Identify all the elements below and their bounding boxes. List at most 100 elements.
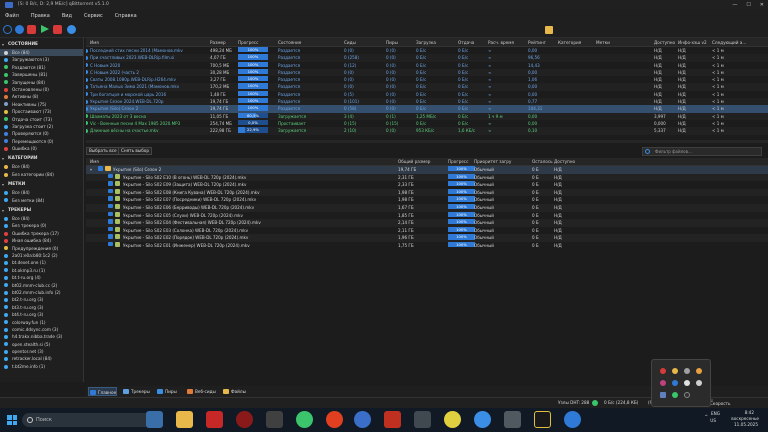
file-checkbox[interactable] xyxy=(108,196,113,201)
sidebar-item[interactable]: bt.dexet.one (1) xyxy=(0,259,83,266)
sidebar-item[interactable]: bt.okmp3.ru (1) xyxy=(0,267,83,274)
col-progress-header[interactable]: Прогресс xyxy=(448,158,468,166)
file-priority[interactable]: Обычный xyxy=(474,219,494,227)
sidebar-item[interactable]: Активны (8) xyxy=(0,93,83,100)
col-avail-header[interactable]: Доступно xyxy=(654,38,675,47)
col-priority-header[interactable]: Приоритет загру xyxy=(474,158,511,166)
col-eta-header[interactable]: Расч. время xyxy=(488,38,514,47)
col-seeds-header[interactable]: Сиды xyxy=(344,38,356,47)
sidebar-item[interactable]: Проверяются (0) xyxy=(0,130,83,137)
file-priority[interactable]: Обычный xyxy=(474,196,494,204)
taskbar-search[interactable]: Поиск xyxy=(22,413,162,427)
sidebar-section-title[interactable]: СОСТОЯНИЕ xyxy=(0,40,83,49)
torrent-row[interactable]: Укрытие Сезон 2024.WEB-DL.720p 19,74 ГБ 10… xyxy=(86,98,768,106)
tab-files[interactable]: Файлы xyxy=(222,387,246,396)
col-tags-header[interactable]: Метки xyxy=(596,38,610,47)
filezilla-icon[interactable] xyxy=(206,411,223,428)
tray-app-icon[interactable] xyxy=(660,380,666,386)
file-checkbox[interactable] xyxy=(108,203,113,209)
col-next-header[interactable]: Следующий а... xyxy=(712,38,746,47)
tray-chevron-icon[interactable]: ^ xyxy=(704,414,708,419)
sidebar-item[interactable]: Без категории (84) xyxy=(0,171,83,178)
file-priority[interactable]: Обычный xyxy=(474,234,494,242)
language-indicator[interactable]: ENG xyxy=(711,411,720,416)
download-speed[interactable]: 0 Б/с (224,8 КБ) xyxy=(604,398,638,408)
clock-time[interactable]: 8:42 xyxy=(745,410,754,415)
sidebar-item[interactable]: Загружаются (3) xyxy=(0,56,83,63)
file-checkbox[interactable] xyxy=(108,241,113,247)
col-peers-header[interactable]: Пиры xyxy=(386,38,398,47)
torrent-row[interactable]: Татьяна Малых Зима 2021 (Мамонов.mkv 170,… xyxy=(86,83,768,91)
stop-icon[interactable] xyxy=(53,25,62,34)
sidebar-item[interactable]: h4.trakx.nibba.trade (3) xyxy=(0,333,83,340)
col-name-header[interactable]: Имя xyxy=(90,158,99,166)
torrent-row[interactable]: Сваты 2008.1080p.WEB-DLRip.H264.mkv 3,27 … xyxy=(86,76,768,83)
thermometer-icon[interactable] xyxy=(146,411,163,428)
sidebar-item[interactable]: bt3.t-ru.org (3) xyxy=(0,304,83,311)
media-player-icon[interactable] xyxy=(266,411,283,428)
sidebar-item[interactable]: Все (84) xyxy=(0,163,83,170)
col-remaining-header[interactable]: Осталось xyxy=(532,158,553,166)
app-icon[interactable] xyxy=(384,411,401,428)
col-up-header[interactable]: Отдача xyxy=(458,38,474,47)
rss-icon[interactable] xyxy=(545,26,553,34)
tray-app-icon[interactable] xyxy=(684,380,690,386)
app-icon[interactable] xyxy=(564,411,581,428)
file-row[interactable]: Укрытие - Silo S02 E02 (Порядок) WEB-DL … xyxy=(86,234,768,242)
maximize-button[interactable]: ☐ xyxy=(746,0,750,10)
file-row[interactable]: Укрытие - Silo S02 E10 (В огонь) WEB-DL … xyxy=(86,173,768,182)
sidebar-item[interactable]: bt2.t-ru.org (3) xyxy=(0,296,83,303)
sidebar-item[interactable]: opentor.net (3) xyxy=(0,348,83,355)
sidebar-item[interactable]: comic.ddsync.com (3) xyxy=(0,326,83,333)
qbittorrent-icon[interactable] xyxy=(354,411,371,428)
sidebar-item[interactable]: retracker.local (84) xyxy=(0,355,83,362)
col-name-header[interactable]: Имя xyxy=(90,38,99,47)
file-priority[interactable]: Обычный xyxy=(474,166,494,174)
file-priority[interactable]: Обычный xyxy=(474,174,494,182)
menu-tools[interactable]: Сервис xyxy=(79,10,110,22)
sidebar-section-title[interactable]: КАТЕГОРИИ xyxy=(0,154,83,163)
sidebar-item[interactable]: Без метки (84) xyxy=(0,197,83,204)
sidebar-item[interactable]: Все (84) xyxy=(0,49,83,57)
file-row[interactable]: Укрытие - Silo S02 E01 (Инженер) WEB-DL … xyxy=(86,241,768,250)
start-button[interactable] xyxy=(7,415,17,425)
app-icon[interactable] xyxy=(534,411,551,428)
minimize-button[interactable]: — xyxy=(732,0,737,10)
col-size-header[interactable]: Размер xyxy=(210,38,226,47)
sidebar-item[interactable]: Все (84) xyxy=(0,215,83,222)
file-checkbox[interactable] xyxy=(108,173,113,179)
file-row[interactable]: Укрытие - Silo S02 E03 (Солонка) WEB-DL … xyxy=(86,226,768,235)
torrent-row[interactable]: С Новым 2020 700,5 МБ 100% Раздается 0 (12) 0… xyxy=(86,61,768,69)
tray-app-icon[interactable] xyxy=(660,368,666,374)
sidebar-item[interactable]: open.stealth.si (5) xyxy=(0,341,83,348)
tray-app-icon[interactable] xyxy=(684,392,690,398)
file-row[interactable]: Укрытие - Silo S02 E07 (Посредники) WEB-… xyxy=(86,196,768,204)
add-link-icon[interactable] xyxy=(3,25,12,34)
torrent-row[interactable]: При счастливых 2023.WEB-DLRip.film.si 4,0… xyxy=(86,54,768,62)
file-priority[interactable]: Обычный xyxy=(474,227,494,235)
tab-general[interactable]: Главное xyxy=(88,387,118,396)
sidebar-item[interactable]: bt.t-ru.org (4) xyxy=(0,274,83,281)
torrent-row[interactable]: Шахматы 2023 от 3 весна 11,05 ГБ 60,5% Загр… xyxy=(86,112,768,120)
delete-icon[interactable] xyxy=(27,25,36,34)
col-category-header[interactable]: Категория xyxy=(558,38,581,47)
app-icon[interactable] xyxy=(236,411,253,428)
file-priority[interactable]: Обычный xyxy=(474,242,494,250)
menu-help[interactable]: Справка xyxy=(110,10,144,22)
tab-webseeds[interactable]: Веб-сиды xyxy=(186,387,216,396)
select-all-button[interactable]: Выбрать все xyxy=(86,147,120,155)
sidebar-item[interactable]: Все (84) xyxy=(0,189,83,196)
sidebar-item[interactable]: Запущены (84) xyxy=(0,79,83,86)
sidebar-item[interactable]: Раздаются (81) xyxy=(0,64,83,71)
file-priority[interactable]: Обычный xyxy=(474,204,494,212)
sidebar-item[interactable]: t.bt2me.info (1) xyxy=(0,363,83,370)
sidebar-item[interactable]: 2a01:e0a:b80:1c2 (2) xyxy=(0,252,83,259)
col-progress-header[interactable]: Прогресс xyxy=(238,38,258,47)
chrome-icon[interactable] xyxy=(474,411,491,428)
menu-edit[interactable]: Правка xyxy=(26,10,57,22)
app-icon[interactable] xyxy=(444,411,461,428)
torrent-row[interactable]: Три богатыря и морской царь 2016 1,48 ГБ 1… xyxy=(86,90,768,98)
sidebar-item[interactable]: Перемещаются (0) xyxy=(0,138,83,145)
tray-app-icon[interactable] xyxy=(684,368,690,374)
select-none-button[interactable]: Снять выбор xyxy=(118,147,152,155)
